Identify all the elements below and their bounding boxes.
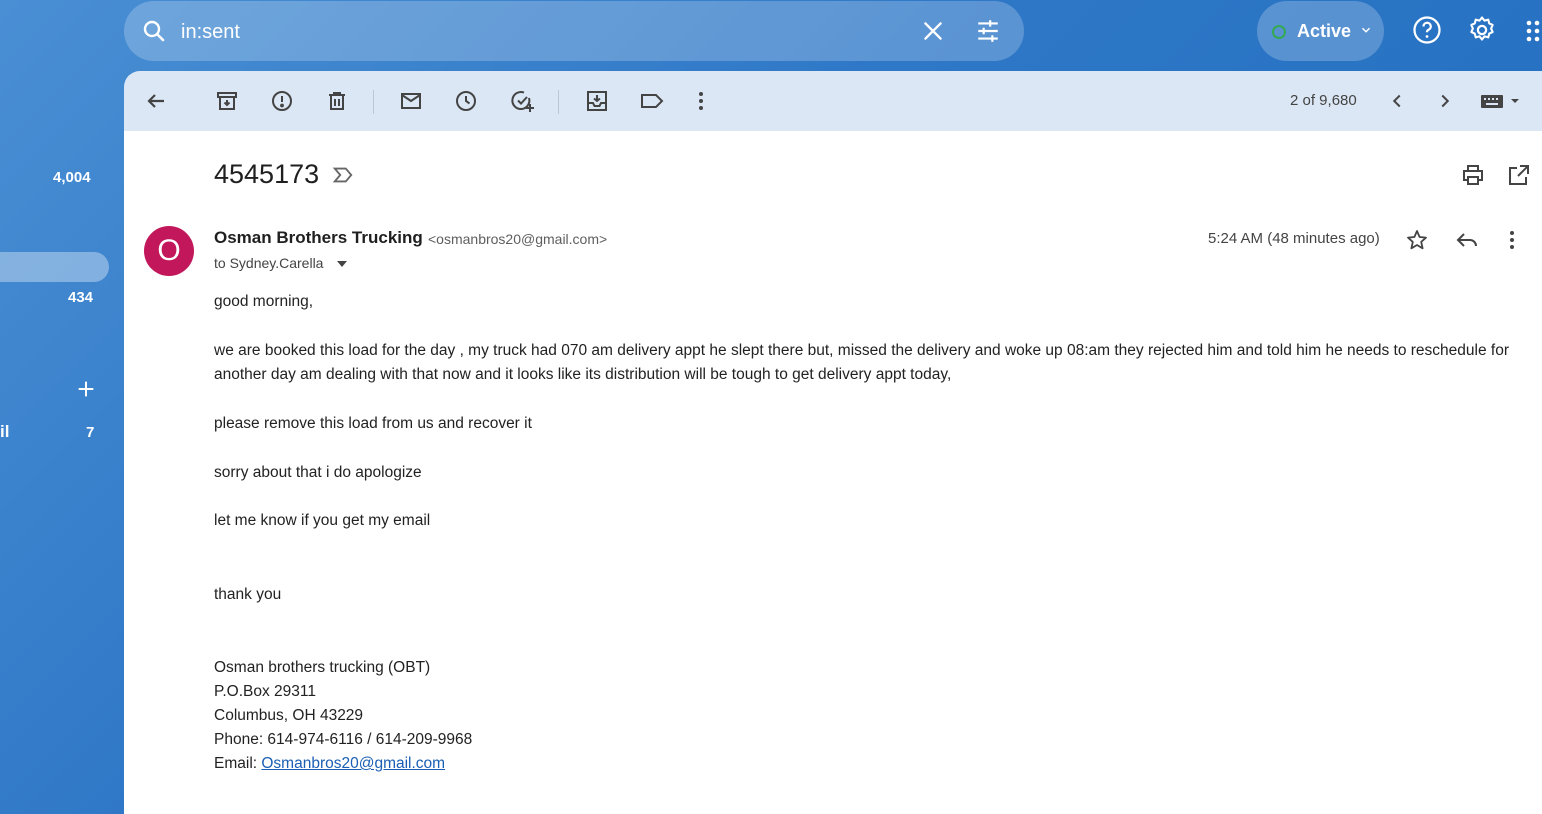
sidebar-label-count: 7 [86, 424, 95, 441]
toolbar-divider [558, 90, 559, 114]
message-pane: 4545173 O Osman Brothers Trucking <osman… [124, 131, 1542, 814]
chevron-left-icon[interactable] [1386, 89, 1408, 113]
signature-line: P.O.Box 29311 [214, 683, 316, 700]
settings-gear-icon[interactable] [1467, 15, 1497, 45]
search-icon[interactable] [142, 19, 166, 43]
signature-line: Phone: 614-974-6116 / 614-209-9968 [214, 731, 473, 748]
star-icon[interactable] [1405, 228, 1429, 252]
open-in-new-window-icon[interactable] [1507, 163, 1531, 187]
search-bar[interactable] [124, 1, 1024, 61]
inbox-count: 4,004 [53, 169, 91, 186]
clear-search-icon[interactable] [920, 18, 946, 44]
recipient-line: to Sydney.Carella [214, 255, 324, 271]
page-title: 4545173 [214, 159, 320, 189]
body-paragraph: let me know if you get my email [214, 512, 431, 529]
status-selector[interactable]: Active [1257, 1, 1384, 61]
chevron-down-icon [1359, 23, 1373, 37]
sender-email: <osmanbros20@gmail.com> [428, 231, 608, 247]
importance-marker-icon[interactable] [332, 164, 354, 186]
snooze-clock-icon[interactable] [454, 89, 478, 113]
sidebar-item-active[interactable] [0, 252, 109, 282]
more-options-icon[interactable] [1505, 228, 1519, 252]
message-timestamp: 5:24 AM (48 minutes ago) [1208, 230, 1380, 247]
body-paragraph: sorry about that i do apologize [214, 464, 422, 481]
message-toolbar: 2 of 9,680 [124, 71, 1542, 131]
chevron-right-icon[interactable] [1434, 89, 1456, 113]
body-closing: thank you [214, 586, 282, 603]
pagination-text: 2 of 9,680 [1290, 92, 1357, 109]
delete-icon[interactable] [325, 89, 349, 113]
body-greeting: good morning, [214, 293, 314, 310]
signature-line: Columbus, OH 43229 [214, 707, 364, 724]
status-dot-icon [1272, 25, 1286, 39]
signature-email-label: Email: [214, 755, 262, 772]
show-details-caret-icon[interactable] [336, 259, 348, 269]
signature-email-link[interactable]: Osmanbros20@gmail.com [261, 755, 445, 772]
message-body: good morning, we are booked this load fo… [214, 290, 1514, 776]
avatar[interactable]: O [144, 226, 194, 276]
body-paragraph: please remove this load from us and reco… [214, 415, 532, 432]
report-spam-icon[interactable] [270, 89, 294, 113]
help-icon[interactable] [1412, 15, 1442, 45]
mark-unread-icon[interactable] [399, 89, 423, 113]
reply-icon[interactable] [1455, 228, 1479, 252]
status-label: Active [1297, 21, 1352, 41]
search-input[interactable] [179, 15, 883, 49]
add-task-icon[interactable] [510, 89, 536, 113]
more-options-icon[interactable] [694, 89, 708, 113]
back-arrow-icon[interactable] [144, 89, 168, 113]
body-paragraph: we are booked this load for the day , my… [214, 342, 1509, 383]
label-icon[interactable] [639, 89, 665, 113]
add-label-icon[interactable] [75, 378, 97, 400]
toolbar-divider [373, 90, 374, 114]
archive-icon[interactable] [215, 89, 239, 113]
search-options-icon[interactable] [975, 18, 1001, 44]
apps-grid-icon[interactable] [1525, 15, 1542, 45]
keyboard-icon[interactable] [1480, 89, 1524, 113]
sidebar-count: 434 [68, 289, 94, 306]
signature-email-line: Email: Osmanbros20@gmail.com [214, 752, 1514, 776]
move-to-icon[interactable] [585, 89, 609, 113]
sender-name[interactable]: Osman Brothers Trucking [214, 228, 423, 248]
print-icon[interactable] [1461, 163, 1485, 187]
signature-line: Osman brothers trucking (OBT) [214, 659, 431, 676]
sidebar-label-fragment[interactable]: il [0, 422, 9, 442]
